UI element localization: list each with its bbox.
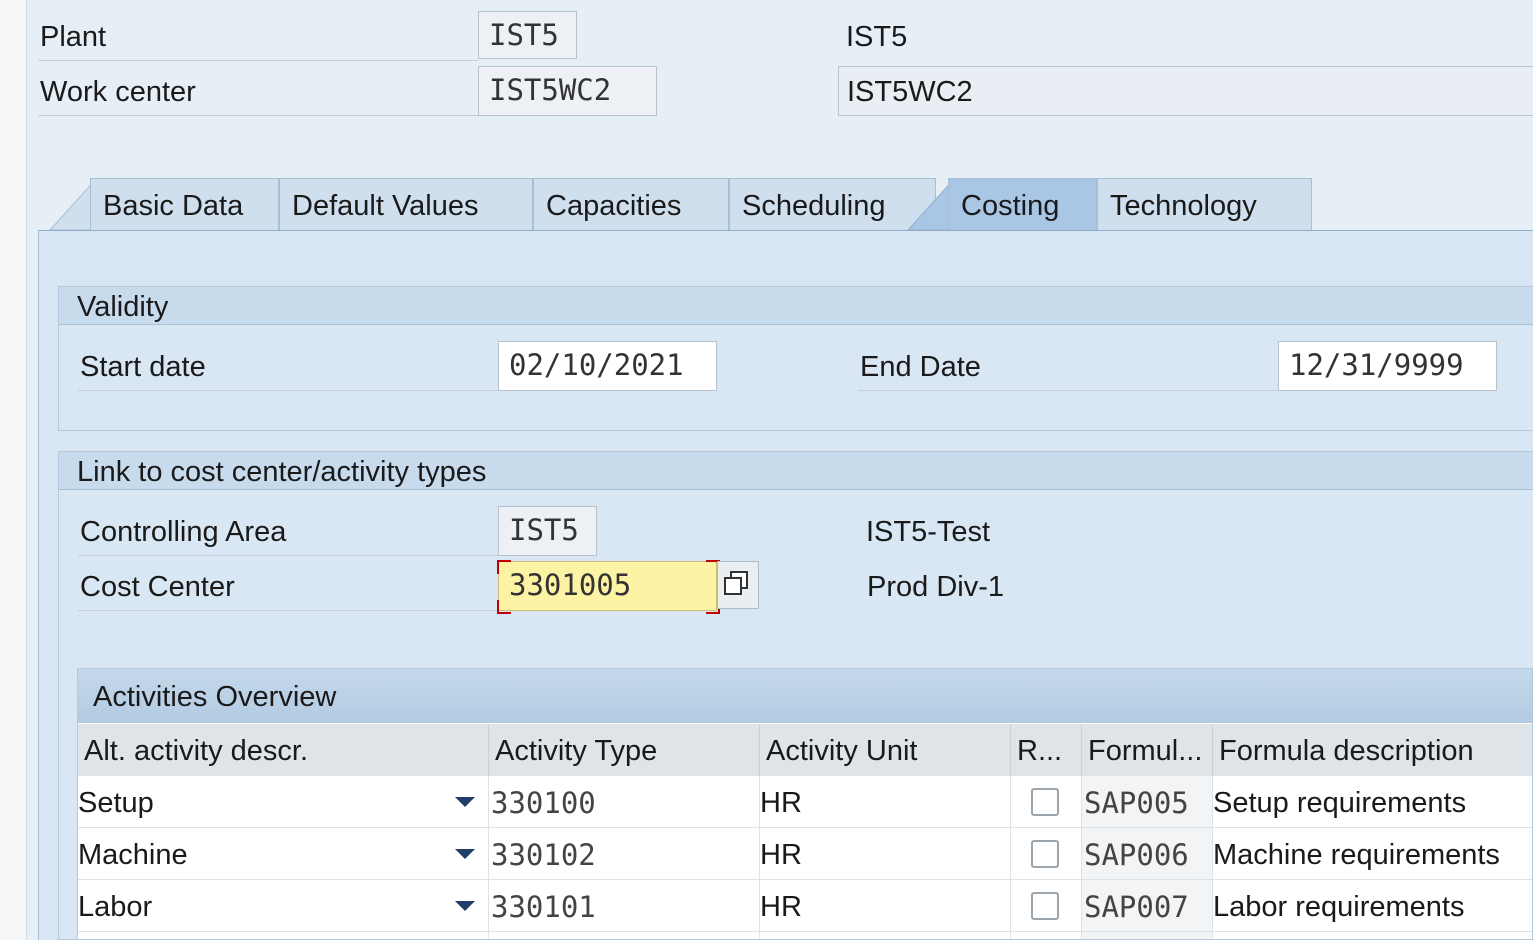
work-center-field[interactable]: IST5WC2 [478, 66, 657, 116]
col-activity-type[interactable]: Activity Type [489, 724, 760, 776]
plant-field[interactable]: IST5 [478, 11, 577, 59]
formula-cell[interactable]: SAP005 [1082, 776, 1213, 828]
empty-cell[interactable] [760, 932, 1011, 939]
empty-cell [1011, 932, 1082, 939]
controlling-area-label: Controlling Area [80, 516, 287, 548]
start-date-field[interactable]: 02/10/2021 [498, 341, 717, 391]
dropdown-arrow-icon[interactable] [455, 901, 475, 911]
col-formula-description[interactable]: Formula description [1213, 724, 1532, 776]
alt-activity-descr-cell[interactable]: Setup [78, 776, 458, 828]
validity-title: Validity [59, 287, 1533, 325]
tab-capacities[interactable]: Capacities [533, 178, 729, 230]
end-date-field[interactable]: 12/31/9999 [1278, 341, 1497, 391]
formula-cell[interactable]: SAP006 [1082, 828, 1213, 880]
focus-marker [497, 560, 511, 574]
controlling-area-description: IST5-Test [866, 516, 991, 548]
record-checkbox[interactable] [1031, 892, 1059, 920]
cost-center-description: Prod Div-1 [867, 571, 1004, 603]
divider [78, 555, 498, 556]
activity-unit-cell[interactable]: HR [760, 828, 1011, 880]
record-checkbox[interactable] [1031, 788, 1059, 816]
value-help-button[interactable] [717, 561, 759, 609]
activities-table: Activities Overview Alt. activity descr.… [77, 668, 1533, 940]
plant-label: Plant [40, 21, 107, 53]
alt-activity-descr-cell[interactable]: Labor [78, 880, 458, 932]
col-alt-activity-descr[interactable]: Alt. activity descr. [78, 724, 489, 776]
activity-unit-cell[interactable]: HR [760, 776, 1011, 828]
tab-default-values[interactable]: Default Values [279, 178, 533, 230]
activity-type-cell[interactable]: 330102 [489, 828, 760, 880]
alt-activity-descr-cell[interactable]: Machine [78, 828, 458, 880]
formula-description-cell: Machine requirements [1213, 828, 1532, 880]
end-date-label: End Date [860, 351, 981, 383]
cost-center-label: Cost Center [80, 571, 235, 603]
focus-marker [497, 600, 511, 614]
empty-cell [1213, 932, 1532, 939]
copy-icon [724, 571, 748, 595]
formula-description-cell: Labor requirements [1213, 880, 1532, 932]
formula-description-cell: Setup requirements [1213, 776, 1532, 828]
col-r[interactable]: R... [1011, 724, 1082, 776]
col-formula[interactable]: Formul... [1082, 724, 1213, 776]
divider [38, 115, 478, 116]
formula-cell[interactable]: SAP007 [1082, 880, 1213, 932]
tab-basic-data[interactable]: Basic Data [90, 178, 279, 230]
dropdown-arrow-icon[interactable] [455, 849, 475, 859]
dropdown-arrow-icon[interactable] [455, 797, 475, 807]
cost-center-field[interactable]: 3301005 [498, 561, 717, 611]
activity-type-cell[interactable]: 330101 [489, 880, 760, 932]
plant-description: IST5 [846, 21, 908, 53]
tab-costing[interactable]: Costing [948, 178, 1097, 230]
start-date-label: Start date [80, 351, 206, 383]
work-center-label: Work center [40, 76, 196, 108]
tab-scheduling[interactable]: Scheduling [729, 178, 936, 230]
activity-unit-cell[interactable]: HR [760, 880, 1011, 932]
divider [78, 610, 498, 611]
divider [78, 390, 498, 391]
activity-type-cell[interactable]: 330100 [489, 776, 760, 828]
link-title: Link to cost center/activity types [59, 452, 1533, 490]
record-checkbox[interactable] [1031, 840, 1059, 868]
controlling-area-field[interactable]: IST5 [498, 506, 597, 556]
tab-technology[interactable]: Technology [1097, 178, 1312, 230]
col-activity-unit[interactable]: Activity Unit [760, 724, 1011, 776]
activities-title: Activities Overview [78, 669, 1532, 723]
work-center-description: IST5WC2 [838, 66, 1533, 116]
empty-cell[interactable] [489, 932, 760, 939]
left-rail [0, 0, 27, 940]
table-row[interactable] [78, 932, 489, 939]
divider [858, 390, 1278, 391]
empty-cell[interactable] [1082, 932, 1213, 939]
divider [38, 60, 478, 61]
